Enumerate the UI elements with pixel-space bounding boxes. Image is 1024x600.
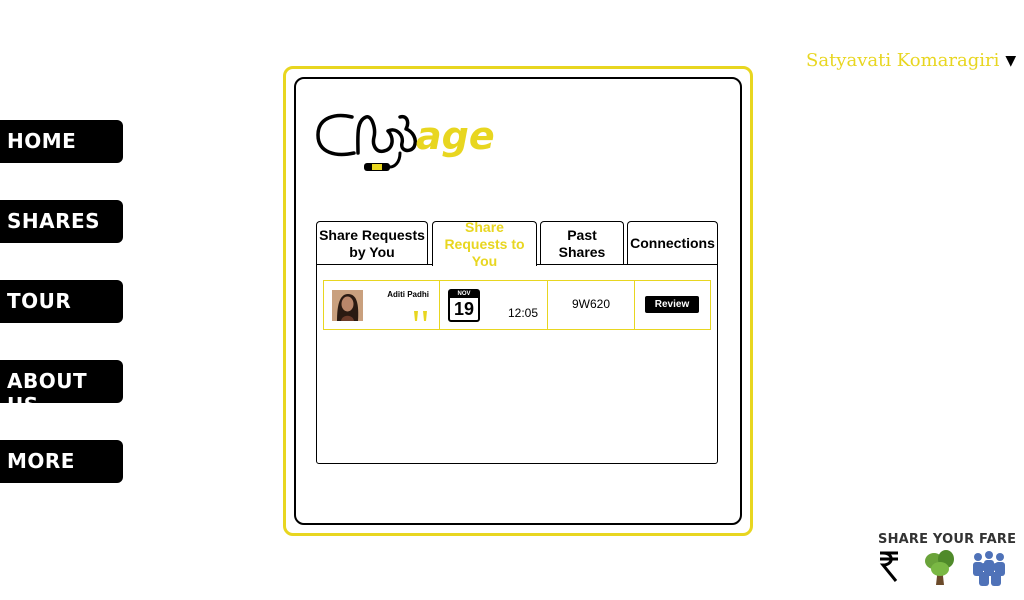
seat-icon bbox=[412, 309, 430, 328]
dropdown-caret-icon: ▼ bbox=[1005, 52, 1017, 69]
cabage-logo: age bbox=[314, 107, 504, 179]
logo-cab-icon: age bbox=[316, 113, 495, 171]
tab-past-shares[interactable]: Past Shares bbox=[540, 221, 624, 265]
action-cell: Review bbox=[635, 281, 710, 329]
user-name: Satyavati Komaragiri bbox=[806, 50, 1000, 71]
request-row: Aditi Padhi NOV 19 12:05 9W620 Review bbox=[323, 280, 711, 330]
share-tabs: Share Requests by You Share Requests to … bbox=[316, 219, 720, 269]
brand-icons bbox=[879, 550, 1005, 586]
nav-more-button[interactable]: MORE bbox=[0, 440, 123, 483]
tab-share-requests-to-you[interactable]: Share Requests to You bbox=[432, 219, 537, 269]
flight-number: 9W620 bbox=[571, 297, 611, 311]
nav-shares-button[interactable]: SHARES bbox=[0, 200, 123, 243]
review-button[interactable]: Review bbox=[645, 296, 699, 313]
tab-share-requests-by-you[interactable]: Share Requests by You bbox=[316, 221, 428, 265]
calendar-day: 19 bbox=[453, 299, 475, 319]
tree-icon bbox=[925, 550, 954, 585]
nav-home-button[interactable]: HOME bbox=[0, 120, 123, 163]
people-icon bbox=[973, 551, 1005, 586]
main-card: age Share Requests by You Share Requests… bbox=[294, 77, 742, 525]
requester-cell: Aditi Padhi bbox=[324, 281, 440, 329]
avatar-photo-icon bbox=[332, 290, 363, 321]
nav-tour-button[interactable]: TOUR bbox=[0, 280, 123, 323]
requester-name: Aditi Padhi bbox=[387, 290, 429, 299]
nav-about-us-button[interactable]: ABOUT US bbox=[0, 360, 123, 417]
departure-time: 12:05 bbox=[507, 306, 538, 320]
requests-panel: Aditi Padhi NOV 19 12:05 9W620 Review bbox=[316, 264, 718, 464]
datetime-cell: NOV 19 12:05 bbox=[440, 281, 548, 329]
tab-connections[interactable]: Connections bbox=[627, 221, 718, 265]
logo-text: age bbox=[416, 114, 495, 158]
avatar[interactable] bbox=[332, 290, 363, 321]
share-your-fare-brand: SHARE YOUR FARE bbox=[878, 532, 1018, 592]
calendar-icon: NOV 19 bbox=[448, 289, 480, 322]
user-menu[interactable]: Satyavati Komaragiri ▼ bbox=[806, 50, 1016, 71]
flight-cell: 9W620 bbox=[548, 281, 635, 329]
brand-title: SHARE YOUR FARE bbox=[878, 532, 1017, 547]
page: HOME SHARES TOUR ABOUT US MORE Satyavati… bbox=[0, 0, 1024, 600]
main-card-frame: age Share Requests by You Share Requests… bbox=[283, 66, 753, 536]
rupee-icon bbox=[879, 551, 898, 582]
calendar-month: NOV bbox=[450, 291, 478, 298]
